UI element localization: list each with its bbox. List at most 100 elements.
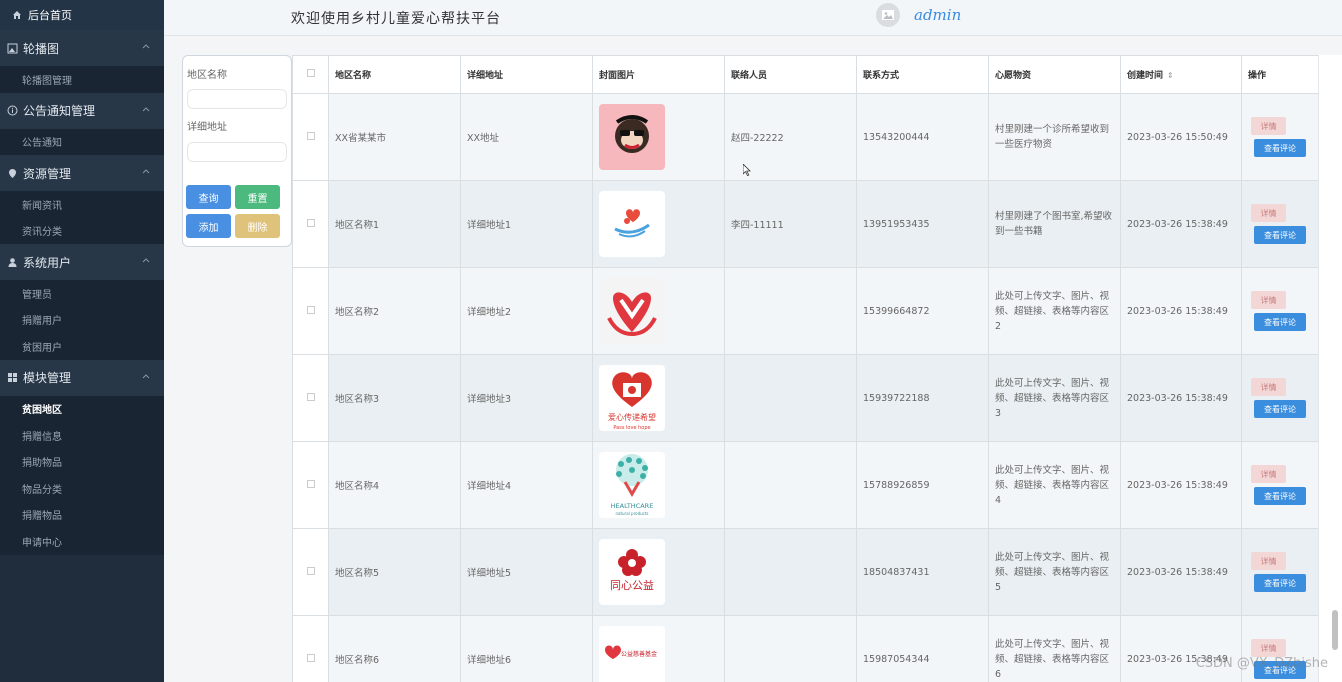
select-all-checkbox[interactable] xyxy=(292,55,329,94)
chevron-up-icon xyxy=(142,106,150,111)
sort-icon[interactable]: ⇕ xyxy=(1167,71,1174,80)
cell-created: 2023-03-26 15:38:49 xyxy=(1120,267,1242,355)
sidebar-item-carousel-manage[interactable]: 轮播图管理 xyxy=(0,66,164,93)
header-created[interactable]: 创建时间 ⇕ xyxy=(1120,55,1242,94)
cell-cover: 同心公益 xyxy=(592,528,725,616)
cell-ops: 详情 查看评论 xyxy=(1241,180,1318,268)
cell-created: 2023-03-26 15:38:49 xyxy=(1120,441,1242,529)
info-icon xyxy=(7,105,18,116)
grid-icon xyxy=(7,372,18,383)
cell-region: 地区名称1 xyxy=(328,180,461,268)
sidebar-group-resource[interactable]: 资源管理 xyxy=(0,155,164,191)
sidebar-item-poor-users[interactable]: 贫困用户 xyxy=(0,333,164,360)
cell-region: XX省某某市 xyxy=(328,93,461,181)
sidebar-group-label: 模块管理 xyxy=(23,371,72,385)
cell-cover: HEALTHCARE natural products xyxy=(592,441,725,529)
sidebar-item-notice[interactable]: 公告通知 xyxy=(0,128,164,155)
home-icon xyxy=(13,11,21,19)
avatar[interactable] xyxy=(876,3,900,27)
svg-text:Pass love hope: Pass love hope xyxy=(613,425,650,431)
cell-ops: 详情 查看评论 xyxy=(1241,93,1318,181)
detail-button[interactable]: 详情 xyxy=(1251,291,1286,309)
cell-created: 2023-03-26 15:50:49 xyxy=(1120,93,1242,181)
cell-region: 地区名称3 xyxy=(328,354,461,442)
scrollbar[interactable] xyxy=(1332,610,1338,650)
sidebar-group-carousel[interactable]: 轮播图 xyxy=(0,30,164,66)
detail-button[interactable]: 详情 xyxy=(1251,639,1286,657)
sidebar-item-donor-users[interactable]: 捐赠用户 xyxy=(0,306,164,333)
sidebar-item-application-center[interactable]: 申请中心 xyxy=(0,528,164,555)
data-table: 地区名称 详细地址 封面图片 联络人员 联系方式 心愿物资 创建时间 ⇕ 操作 X… xyxy=(292,55,1318,682)
table-row[interactable]: XX省某某市 XX地址 赵四-22222 13543200444 村里刚建一个诊所希望收… xyxy=(292,93,1318,181)
table-row[interactable]: 地区名称4 详细地址4 HEALTHCARE natural products 1578… xyxy=(292,441,1318,529)
cell-region: 地区名称4 xyxy=(328,441,461,529)
username[interactable]: admin xyxy=(914,6,961,24)
address-input[interactable] xyxy=(187,142,287,162)
row-checkbox[interactable] xyxy=(292,93,329,181)
row-checkbox[interactable] xyxy=(292,180,329,268)
delete-button[interactable]: 删除 xyxy=(235,214,280,238)
cell-region: 地区名称6 xyxy=(328,615,461,682)
table-row[interactable]: 地区名称2 详细地址2 15399664872 此处可上传文字、图片、视频、超链接、表… xyxy=(292,267,1318,355)
hand-heart-logo xyxy=(599,191,665,257)
detail-button[interactable]: 详情 xyxy=(1251,204,1286,222)
sidebar-group-notice[interactable]: 公告通知管理 xyxy=(0,92,164,129)
sidebar-item-admin[interactable]: 管理员 xyxy=(0,280,164,307)
sidebar-item-donation-info[interactable]: 捐赠信息 xyxy=(0,422,164,449)
sidebar-group-users[interactable]: 系统用户 xyxy=(0,244,164,280)
detail-button[interactable]: 详情 xyxy=(1251,465,1286,483)
cell-contact xyxy=(724,354,857,442)
m-hands-logo xyxy=(599,278,665,344)
view-comments-button[interactable]: 查看评论 xyxy=(1254,139,1306,157)
sidebar-item-donated-goods[interactable]: 捐助物品 xyxy=(0,448,164,475)
region-label: 地区名称 xyxy=(187,70,227,81)
cell-contact xyxy=(724,267,857,355)
cell-address: 详细地址1 xyxy=(460,180,593,268)
sidebar-item-news[interactable]: 新闻资讯 xyxy=(0,191,164,218)
cell-address: 详细地址5 xyxy=(460,528,593,616)
chevron-up-icon xyxy=(142,169,150,174)
reset-button[interactable]: 重置 xyxy=(235,185,280,209)
table-row[interactable]: 地区名称3 详细地址3 爱心传递希望 Pass love hope 1593972218… xyxy=(292,354,1318,442)
svg-text:爱心传递希望: 爱心传递希望 xyxy=(608,412,656,422)
row-checkbox[interactable] xyxy=(292,354,329,442)
view-comments-button[interactable]: 查看评论 xyxy=(1254,400,1306,418)
detail-button[interactable]: 详情 xyxy=(1251,552,1286,570)
sidebar-item-donation-goods[interactable]: 捐赠物品 xyxy=(0,501,164,528)
cell-wish: 村里刚建一个诊所希望收到一些医疗物资 xyxy=(988,93,1121,181)
table-row[interactable]: 地区名称6 详细地址6 公益慈善基金 15987054344 此处可上传文字、图片、视频… xyxy=(292,615,1318,682)
query-button[interactable]: 查询 xyxy=(186,185,231,209)
view-comments-button[interactable]: 查看评论 xyxy=(1254,226,1306,244)
right-margin xyxy=(1318,55,1342,682)
sidebar-group-modules[interactable]: 模块管理 xyxy=(0,359,164,396)
add-button[interactable]: 添加 xyxy=(186,214,231,238)
sidebar-item-poor-area[interactable]: 贫困地区 xyxy=(0,395,164,422)
cell-phone: 13543200444 xyxy=(856,93,989,181)
sidebar-home-label: 后台首页 xyxy=(28,9,72,22)
table-row[interactable]: 地区名称1 详细地址1 李四-11111 13951953435 村里刚建了个图书室,希… xyxy=(292,180,1318,268)
view-comments-button[interactable]: 查看评论 xyxy=(1254,313,1306,331)
sidebar-home[interactable]: 后台首页 xyxy=(0,0,164,30)
sidebar-item-news-category[interactable]: 资讯分类 xyxy=(0,217,164,244)
cell-phone: 18504837431 xyxy=(856,528,989,616)
svg-text:HEALTHCARE: HEALTHCARE xyxy=(611,502,654,510)
sidebar-group-label: 系统用户 xyxy=(23,255,72,270)
view-comments-button[interactable]: 查看评论 xyxy=(1254,487,1306,505)
cell-region: 地区名称5 xyxy=(328,528,461,616)
table-row[interactable]: 地区名称5 详细地址5 同心公益 18504837431 此处可上传文字、图片、视频、超… xyxy=(292,528,1318,616)
cell-cover: 爱心传递希望 Pass love hope xyxy=(592,354,725,442)
row-checkbox[interactable] xyxy=(292,441,329,529)
row-checkbox[interactable] xyxy=(292,528,329,616)
row-checkbox[interactable] xyxy=(292,615,329,682)
chevron-up-icon xyxy=(142,44,150,49)
image-icon xyxy=(7,43,18,54)
detail-button[interactable]: 详情 xyxy=(1251,117,1286,135)
region-input[interactable] xyxy=(187,89,287,109)
header-cover: 封面图片 xyxy=(592,55,725,94)
sidebar-item-goods-category[interactable]: 物品分类 xyxy=(0,475,164,502)
sidebar-group-label: 公告通知管理 xyxy=(23,104,96,118)
view-comments-button[interactable]: 查看评论 xyxy=(1254,574,1306,592)
row-checkbox[interactable] xyxy=(292,267,329,355)
detail-button[interactable]: 详情 xyxy=(1251,378,1286,396)
header-contact: 联络人员 xyxy=(724,55,857,94)
